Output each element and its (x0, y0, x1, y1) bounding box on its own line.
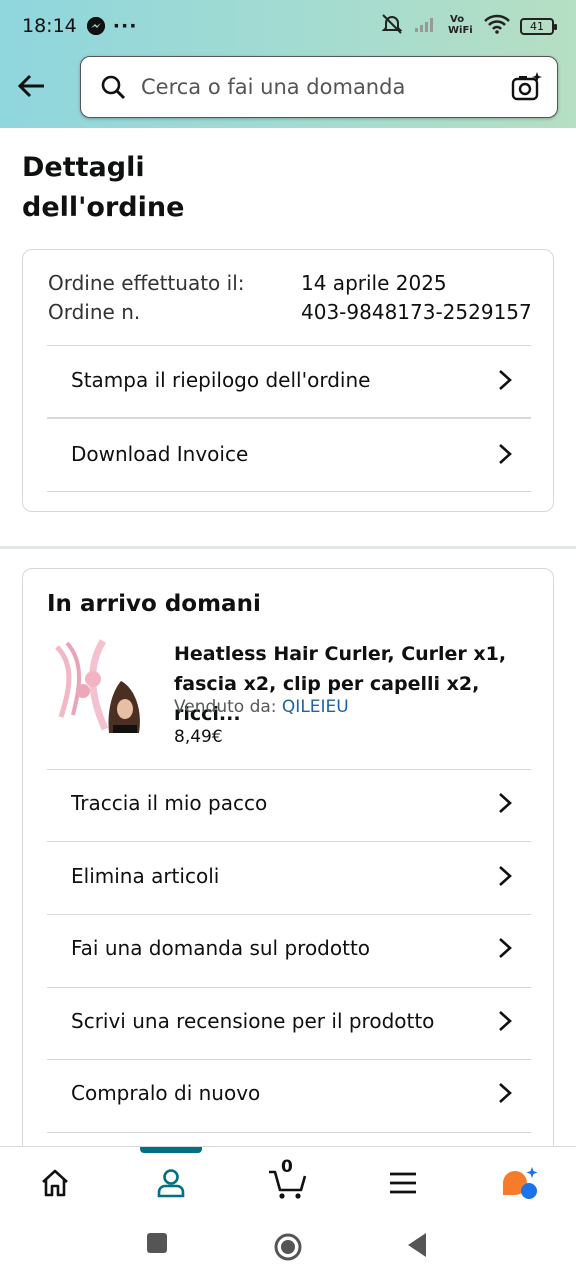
section-separator (0, 546, 576, 549)
system-navigation-bar (0, 1218, 576, 1280)
bottom-navigation: 0 (0, 1146, 576, 1218)
chevron-right-icon (497, 936, 513, 960)
shipment-card: In arrivo domani Heatless Hair Curler, C… (22, 568, 554, 1168)
chevron-right-icon (497, 791, 513, 815)
signal-icon (414, 15, 438, 38)
status-bar: 18:14 ··· Vo WiFi 41 (0, 0, 576, 52)
vowifi-icon: Vo WiFi (448, 13, 474, 40)
chevron-right-icon (497, 1081, 513, 1105)
product-title-line1: Heatless Hair Curler, Curler x1, (174, 643, 507, 665)
ask-product-question-link[interactable]: Fai una domanda sul prodotto (47, 912, 531, 984)
link-label: Download Invoice (71, 442, 249, 466)
search-input[interactable]: Cerca o fai una domanda (80, 56, 558, 118)
divider (47, 1132, 531, 1133)
link-label: Fai una domanda sul prodotto (71, 936, 371, 960)
system-back-icon[interactable] (406, 1232, 428, 1262)
rufus-assistant-icon[interactable] (500, 1163, 540, 1203)
camera-search-icon[interactable] (511, 71, 543, 103)
mute-icon (380, 12, 404, 41)
seller-link[interactable]: QILEIEU (282, 697, 349, 717)
order-date-label: Ordine effettuato il: (48, 271, 245, 295)
link-label: Stampa il riepilogo dell'ordine (71, 368, 371, 392)
chevron-right-icon (497, 864, 513, 888)
write-review-link[interactable]: Scrivi una recensione per il prodotto (47, 985, 531, 1057)
page-title-line2: dell'ordine (22, 192, 185, 223)
more-notifications-icon: ··· (112, 15, 138, 37)
page-title: Dettagli dell'ordine (22, 148, 422, 228)
recent-apps-icon[interactable] (146, 1232, 168, 1258)
svg-text:Vo: Vo (450, 14, 464, 25)
order-info-card: Ordine effettuato il: 14 aprile 2025 Ord… (22, 249, 554, 512)
divider (47, 491, 531, 492)
status-time: 18:14 (22, 15, 77, 37)
remove-items-link[interactable]: Elimina articoli (47, 840, 531, 912)
link-label: Scrivi una recensione per il prodotto (71, 1009, 435, 1033)
svg-text:WiFi: WiFi (448, 25, 473, 35)
chevron-right-icon (497, 368, 513, 392)
download-invoice-link[interactable]: Download Invoice (47, 418, 531, 490)
seller-info: Venduto da: QILEIEU (174, 697, 349, 717)
order-number-value: 403-9848173-2529157 (301, 300, 532, 324)
home-icon[interactable] (35, 1163, 75, 1203)
search-placeholder: Cerca o fai una domanda (141, 75, 406, 99)
search-icon (99, 73, 127, 101)
order-number-label: Ordine n. (48, 300, 141, 324)
page-title-line1: Dettagli (22, 152, 145, 183)
cart-count-badge: 0 (281, 1157, 293, 1177)
account-icon[interactable] (151, 1163, 191, 1203)
buy-again-link[interactable]: Compralo di nuovo (47, 1057, 531, 1129)
order-date-value: 14 aprile 2025 (301, 271, 447, 295)
print-order-summary-link[interactable]: Stampa il riepilogo dell'ordine (47, 344, 531, 416)
battery-icon: 41 (520, 17, 557, 35)
track-package-link[interactable]: Traccia il mio pacco (47, 767, 531, 839)
shipment-heading: In arrivo domani (47, 591, 261, 617)
wifi-icon (484, 14, 510, 39)
home-circle-icon[interactable] (273, 1232, 303, 1266)
chevron-right-icon (497, 442, 513, 466)
link-label: Compralo di nuovo (71, 1081, 261, 1105)
seller-label: Venduto da: (174, 697, 277, 717)
link-label: Traccia il mio pacco (71, 791, 268, 815)
link-label: Elimina articoli (71, 864, 220, 888)
chevron-right-icon (497, 1009, 513, 1033)
back-arrow-icon[interactable] (14, 68, 50, 104)
app-header: Cerca o fai una domanda (0, 52, 576, 128)
messenger-icon (86, 17, 105, 35)
product-image[interactable] (47, 637, 151, 741)
active-tab-indicator (140, 1147, 202, 1153)
cart-icon[interactable]: 0 (266, 1157, 310, 1203)
product-price: 8,49€ (174, 727, 223, 747)
menu-icon[interactable] (383, 1163, 423, 1203)
